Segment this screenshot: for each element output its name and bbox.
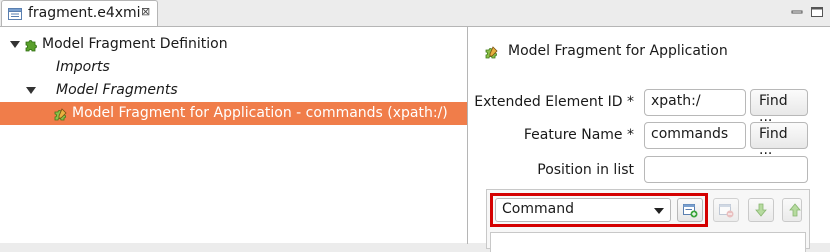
add-element-icon — [683, 204, 698, 218]
arrow-up-icon — [789, 203, 801, 217]
element-type-value: Command — [502, 201, 574, 217]
maximize-icon[interactable] — [809, 4, 825, 20]
tab-close-icon[interactable]: ⊠ — [141, 5, 150, 18]
feature-name-label: Feature Name * — [523, 127, 634, 143]
extended-element-id-label: Extended Element ID * — [474, 94, 634, 110]
add-element-highlight: Command — [490, 193, 708, 227]
tree-item-model-fragments[interactable]: Model Fragments — [0, 79, 467, 102]
expanded-arrow-icon[interactable] — [26, 87, 36, 94]
add-element-button[interactable] — [677, 198, 703, 222]
details-panel: Model Fragment for Application Extended … — [470, 27, 830, 252]
feature-name-field[interactable]: commands — [644, 122, 746, 149]
tree-item-label: Imports — [56, 59, 110, 75]
puzzle-pencil-icon — [485, 46, 498, 59]
fragment-editor: Model Fragment Definition Imports Model … — [0, 26, 830, 252]
tree-item-label: Model Fragment for Application - command… — [72, 105, 448, 121]
remove-element-icon — [719, 204, 734, 218]
extended-element-id-field[interactable]: xpath:/ — [644, 89, 746, 116]
puzzle-green-icon — [25, 40, 37, 52]
position-in-list-field[interactable] — [644, 156, 808, 183]
position-in-list-label: Position in list — [537, 162, 634, 178]
tree-item-label: Model Fragment Definition — [42, 36, 228, 52]
minimize-icon[interactable] — [789, 4, 805, 20]
details-title: Model Fragment for Application — [508, 43, 728, 59]
tree-item-label: Model Fragments — [56, 82, 178, 98]
remove-element-button[interactable] — [713, 198, 739, 222]
tree-item-imports[interactable]: Imports — [0, 56, 467, 79]
tree-item-model-fragment-definition[interactable]: Model Fragment Definition — [0, 33, 467, 56]
dropdown-arrow-icon — [654, 208, 664, 214]
element-type-select[interactable]: Command — [495, 198, 671, 222]
move-down-button[interactable] — [748, 198, 774, 222]
e4xmi-file-icon — [8, 8, 22, 20]
arrow-down-icon — [755, 203, 767, 217]
move-up-button[interactable] — [782, 198, 802, 222]
editor-tab[interactable]: fragment.e4xmi ⊠ — [1, 0, 158, 27]
puzzle-pencil-icon — [54, 108, 67, 121]
editor-tab-bar: fragment.e4xmi ⊠ — [0, 0, 830, 27]
editor-tab-title: fragment.e4xmi — [28, 5, 141, 21]
children-list[interactable] — [490, 232, 806, 252]
tree-item-model-fragment-for-application[interactable]: Model Fragment for Application - command… — [0, 102, 467, 125]
find-extended-element-button[interactable]: Find ... — [750, 89, 808, 125]
expanded-arrow-icon[interactable] — [10, 41, 20, 48]
model-tree: Model Fragment Definition Imports Model … — [0, 27, 468, 244]
find-feature-name-button[interactable]: Find ... — [750, 122, 808, 158]
